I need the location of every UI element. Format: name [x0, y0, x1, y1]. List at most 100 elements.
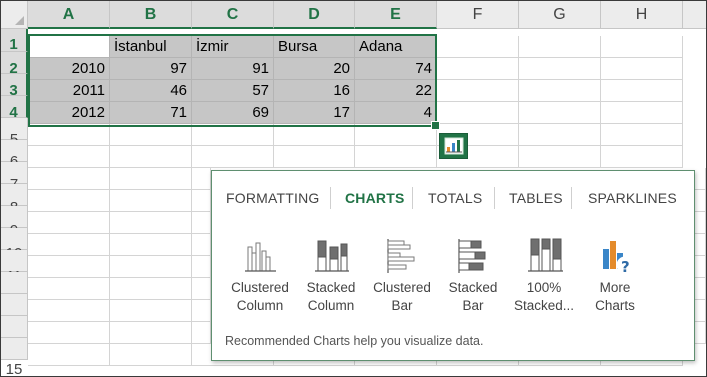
- cell[interactable]: [695, 190, 706, 212]
- cell[interactable]: [192, 234, 211, 256]
- cell[interactable]: [192, 322, 211, 344]
- row-header-3[interactable]: 3: [1, 74, 28, 99]
- cell-d3[interactable]: 16: [274, 80, 355, 102]
- tab-totals[interactable]: TOTALS: [428, 185, 482, 211]
- cell[interactable]: [28, 300, 110, 322]
- cell-e2[interactable]: 74: [355, 58, 437, 80]
- cell[interactable]: [601, 36, 683, 58]
- cell-c4[interactable]: 69: [192, 102, 274, 124]
- row-header-14[interactable]: 14: [1, 316, 28, 355]
- cell[interactable]: [601, 102, 683, 124]
- column-header-i[interactable]: [683, 1, 706, 29]
- column-header-f[interactable]: F: [437, 1, 519, 29]
- cell-e1[interactable]: Adana: [355, 36, 437, 58]
- cell-d4[interactable]: 17: [274, 102, 355, 124]
- tab-tables[interactable]: TABLES: [509, 185, 563, 211]
- cell[interactable]: [110, 168, 192, 190]
- column-header-a[interactable]: A: [28, 1, 110, 29]
- cell[interactable]: [437, 58, 519, 80]
- row-header-5[interactable]: 5: [1, 118, 28, 148]
- row-header-13[interactable]: 13: [1, 294, 28, 331]
- cell[interactable]: [192, 278, 211, 300]
- cell-b4[interactable]: 71: [110, 102, 192, 124]
- cell[interactable]: [110, 322, 192, 344]
- cell-c3[interactable]: 57: [192, 80, 274, 102]
- row-header-15[interactable]: 15: [1, 338, 28, 376]
- cell-c1[interactable]: İzmir: [192, 36, 274, 58]
- cell[interactable]: [355, 124, 437, 146]
- cell[interactable]: [110, 278, 192, 300]
- cell[interactable]: [695, 168, 706, 190]
- cell[interactable]: [110, 190, 192, 212]
- row-header-12[interactable]: 12: [1, 272, 28, 308]
- cell[interactable]: [110, 212, 192, 234]
- cell[interactable]: [110, 300, 192, 322]
- cell[interactable]: [437, 102, 519, 124]
- cell[interactable]: [110, 146, 192, 168]
- cell[interactable]: [519, 124, 601, 146]
- tab-sparklines[interactable]: SPARKLINES: [588, 185, 677, 211]
- cell[interactable]: [695, 300, 706, 322]
- cell-e4[interactable]: 4: [355, 102, 437, 124]
- fill-handle[interactable]: [431, 121, 440, 130]
- cell[interactable]: [28, 124, 110, 146]
- cell-a1[interactable]: [28, 36, 110, 58]
- cell[interactable]: [192, 168, 211, 190]
- cell[interactable]: [695, 212, 706, 234]
- cell[interactable]: [28, 344, 110, 366]
- cell[interactable]: [274, 146, 355, 168]
- cell[interactable]: [601, 80, 683, 102]
- cell[interactable]: [519, 80, 601, 102]
- cell[interactable]: [28, 190, 110, 212]
- cell[interactable]: [695, 256, 706, 278]
- column-header-g[interactable]: G: [519, 1, 601, 29]
- cell[interactable]: [601, 146, 683, 168]
- cell[interactable]: [192, 256, 211, 278]
- cell[interactable]: [695, 278, 706, 300]
- cell-a3[interactable]: 2011: [28, 80, 110, 102]
- row-header-6[interactable]: 6: [1, 140, 28, 170]
- cell[interactable]: [110, 344, 192, 366]
- clustered-bar-option[interactable]: Clustered Bar: [370, 235, 434, 315]
- cell[interactable]: [110, 124, 192, 146]
- cell[interactable]: [28, 168, 110, 190]
- cell[interactable]: [192, 124, 274, 146]
- row-header-7[interactable]: 7: [1, 162, 28, 193]
- cell-a4[interactable]: 2012: [28, 102, 110, 124]
- cell[interactable]: [110, 234, 192, 256]
- cell-d1[interactable]: Bursa: [274, 36, 355, 58]
- row-header-2[interactable]: 2: [1, 52, 28, 77]
- row-header-4[interactable]: 4: [1, 96, 28, 121]
- column-header-h[interactable]: H: [601, 1, 683, 29]
- cell-d2[interactable]: 20: [274, 58, 355, 80]
- cell[interactable]: [437, 80, 519, 102]
- cell-b1[interactable]: İstanbul: [110, 36, 192, 58]
- row-header-1[interactable]: 1: [1, 29, 28, 53]
- cell[interactable]: [28, 322, 110, 344]
- row-header-11[interactable]: 11: [1, 250, 28, 285]
- select-all-corner[interactable]: [1, 1, 28, 29]
- cell-e3[interactable]: 22: [355, 80, 437, 102]
- cell[interactable]: [601, 124, 683, 146]
- column-header-b[interactable]: B: [110, 1, 192, 29]
- cell[interactable]: [192, 146, 274, 168]
- cell[interactable]: [695, 234, 706, 256]
- row-header-10[interactable]: 10: [1, 228, 28, 262]
- cell[interactable]: [519, 58, 601, 80]
- tab-formatting[interactable]: FORMATTING: [226, 185, 320, 211]
- cell[interactable]: [28, 146, 110, 168]
- cell[interactable]: [601, 58, 683, 80]
- tab-charts[interactable]: CHARTS: [345, 185, 405, 211]
- cell[interactable]: [28, 234, 110, 256]
- column-header-e[interactable]: E: [355, 1, 437, 29]
- cell[interactable]: [519, 146, 601, 168]
- cell[interactable]: [28, 212, 110, 234]
- quick-analysis-button[interactable]: [439, 133, 468, 159]
- cell[interactable]: [355, 146, 437, 168]
- column-header-d[interactable]: D: [274, 1, 355, 29]
- cell[interactable]: [519, 36, 601, 58]
- cell-c2[interactable]: 91: [192, 58, 274, 80]
- cell[interactable]: [110, 256, 192, 278]
- row-header-8[interactable]: 8: [1, 184, 28, 216]
- column-header-c[interactable]: C: [192, 1, 274, 29]
